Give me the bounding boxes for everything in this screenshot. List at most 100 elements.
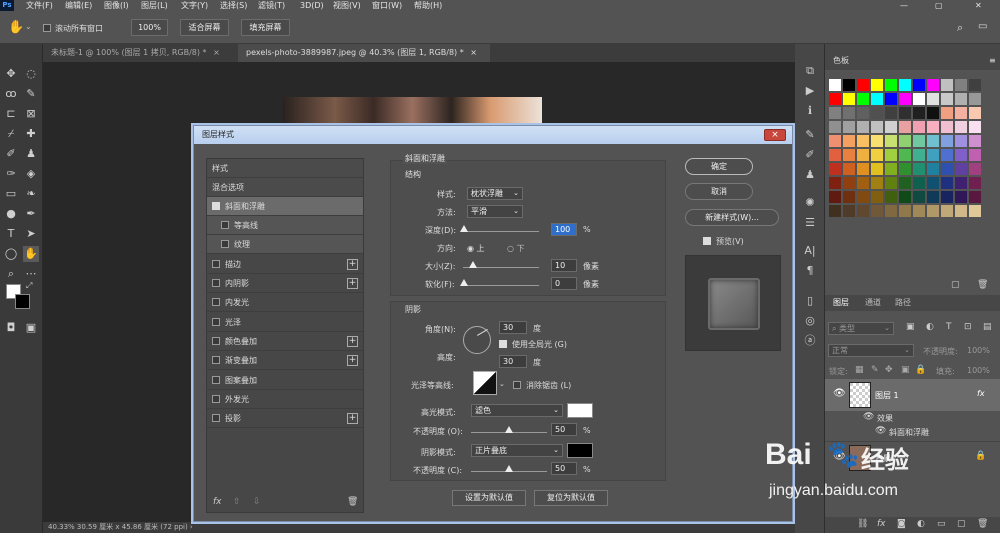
color-swatch[interactable]: [899, 79, 911, 91]
size-input[interactable]: 10: [551, 259, 577, 272]
color-swatch[interactable]: [955, 163, 967, 175]
menu-type[interactable]: 文字(Y): [181, 0, 208, 11]
brush-settings-icon[interactable]: ✎: [803, 128, 817, 142]
color-swatch[interactable]: [829, 135, 841, 147]
channels-icon[interactable]: ◎: [803, 314, 817, 328]
color-swatch[interactable]: [941, 79, 953, 91]
color-swatch[interactable]: [871, 191, 883, 203]
screen-mode-icon[interactable]: ▣: [23, 320, 39, 336]
color-swatch[interactable]: [941, 177, 953, 189]
color-swatch[interactable]: [955, 191, 967, 203]
color-swatch[interactable]: [829, 177, 841, 189]
color-swatch[interactable]: [913, 191, 925, 203]
color-swatch[interactable]: [913, 163, 925, 175]
checkbox[interactable]: [221, 240, 229, 248]
tab-paths[interactable]: 路径: [895, 296, 911, 310]
lock-transparent-icon[interactable]: ▦: [855, 365, 864, 375]
color-swatch[interactable]: [899, 191, 911, 203]
color-swatch[interactable]: [857, 107, 869, 119]
style-item-pattern-overlay[interactable]: 图案叠加: [207, 371, 363, 390]
new-group-icon[interactable]: ▭: [937, 519, 946, 529]
color-swatch[interactable]: [843, 163, 855, 175]
color-swatch[interactable]: [885, 163, 897, 175]
color-swatch[interactable]: [885, 107, 897, 119]
color-swatch[interactable]: [885, 79, 897, 91]
add-mask-icon[interactable]: ◙: [897, 519, 906, 529]
zoom-100-button[interactable]: 100%: [131, 19, 168, 36]
info-icon[interactable]: ℹ: [803, 104, 817, 118]
gradient-tool-icon[interactable]: ▭: [3, 186, 19, 202]
background-color-swatch[interactable]: [15, 294, 30, 309]
menu-view[interactable]: 视图(V): [333, 0, 361, 11]
menu-image[interactable]: 图像(I): [104, 0, 129, 11]
color-swatch[interactable]: [857, 93, 869, 105]
fx-badge[interactable]: fx: [977, 389, 985, 398]
color-swatch[interactable]: [913, 107, 925, 119]
stamp-tool-icon[interactable]: ♟: [23, 146, 39, 162]
color-swatch[interactable]: [969, 163, 981, 175]
close-tab-icon[interactable]: ×: [213, 48, 220, 57]
menu-help[interactable]: 帮助(H): [414, 0, 442, 11]
clone-source-icon[interactable]: ♟: [803, 168, 817, 182]
maximize-icon[interactable]: ▢: [935, 0, 943, 11]
color-swatch[interactable]: [829, 93, 841, 105]
delete-layer-icon[interactable]: 🗑: [977, 519, 988, 529]
paragraph-icon[interactable]: ¶: [803, 264, 817, 278]
cancel-button[interactable]: 取消: [685, 183, 753, 200]
color-swatch[interactable]: [857, 149, 869, 161]
visibility-eye-icon[interactable]: 👁: [833, 388, 846, 399]
color-swatch[interactable]: [885, 93, 897, 105]
tab-untitled[interactable]: 未标题-1 @ 100% (图层 1 拷贝, RGB/8) * ×: [43, 44, 236, 62]
color-swatch[interactable]: [829, 149, 841, 161]
color-swatch[interactable]: [955, 149, 967, 161]
new-layer-icon[interactable]: ▢: [957, 519, 966, 529]
add-icon[interactable]: +: [347, 413, 358, 424]
opacity-value[interactable]: 100%: [967, 346, 990, 355]
style-item-inner-glow[interactable]: 内发光: [207, 293, 363, 312]
color-swatch[interactable]: [885, 191, 897, 203]
filter-smart-icon[interactable]: ▤: [983, 322, 992, 332]
color-swatch[interactable]: [843, 121, 855, 133]
color-swatch[interactable]: [871, 107, 883, 119]
blur-tool-icon[interactable]: ❧: [23, 186, 39, 202]
color-swatch[interactable]: [871, 93, 883, 105]
lock-artboard-icon[interactable]: ▣: [901, 365, 910, 375]
pen-tool-icon[interactable]: ✒: [23, 206, 39, 222]
color-swatch[interactable]: [913, 79, 925, 91]
styles-icon[interactable]: ⓐ: [803, 334, 817, 348]
layer-row-layer1[interactable]: 👁 图层 1 fx: [825, 379, 1000, 411]
color-swatch[interactable]: [871, 163, 883, 175]
angle-dial[interactable]: [463, 326, 491, 354]
filter-type-icon[interactable]: T: [946, 322, 952, 332]
shadow-mode-select[interactable]: 正片叠底 ⌄: [471, 444, 563, 457]
glyphs-icon[interactable]: ▯: [803, 294, 817, 308]
chevron-down-icon[interactable]: ⌄: [499, 380, 505, 388]
menu-layer[interactable]: 图层(L): [141, 0, 168, 11]
ok-button[interactable]: 确定: [685, 158, 753, 175]
shape-tool-icon[interactable]: ◯: [3, 246, 19, 262]
style-item-gradient-overlay[interactable]: 渐变叠加 +: [207, 351, 363, 370]
quick-select-icon[interactable]: ✎: [23, 86, 39, 102]
color-swatch[interactable]: [857, 163, 869, 175]
color-swatch[interactable]: [885, 177, 897, 189]
color-swatch[interactable]: [969, 107, 981, 119]
color-swatch[interactable]: [969, 135, 981, 147]
anti-alias-checkbox[interactable]: 消除锯齿 (L): [513, 380, 571, 391]
color-swatch[interactable]: [899, 121, 911, 133]
color-swatch[interactable]: [829, 79, 841, 91]
menu-3d[interactable]: 3D(D): [300, 0, 324, 11]
filter-shape-icon[interactable]: ⊡: [964, 322, 972, 332]
preview-checkbox[interactable]: 预览(V): [703, 236, 744, 247]
bevel-style-select[interactable]: 枕状浮雕 ⌄: [467, 187, 523, 200]
color-swatch[interactable]: [871, 177, 883, 189]
dialog-titlebar[interactable]: 图层样式 ×: [194, 126, 792, 144]
workspace-icon[interactable]: ▭: [978, 21, 987, 32]
healing-brush-icon[interactable]: ✚: [23, 126, 39, 142]
color-swatch[interactable]: [885, 135, 897, 147]
color-swatch[interactable]: [927, 205, 939, 217]
brush-tool-icon[interactable]: ✐: [3, 146, 19, 162]
highlight-opacity-thumb[interactable]: [505, 426, 513, 433]
checkbox[interactable]: [212, 376, 220, 384]
color-swatch[interactable]: [857, 79, 869, 91]
color-swatch[interactable]: [941, 149, 953, 161]
